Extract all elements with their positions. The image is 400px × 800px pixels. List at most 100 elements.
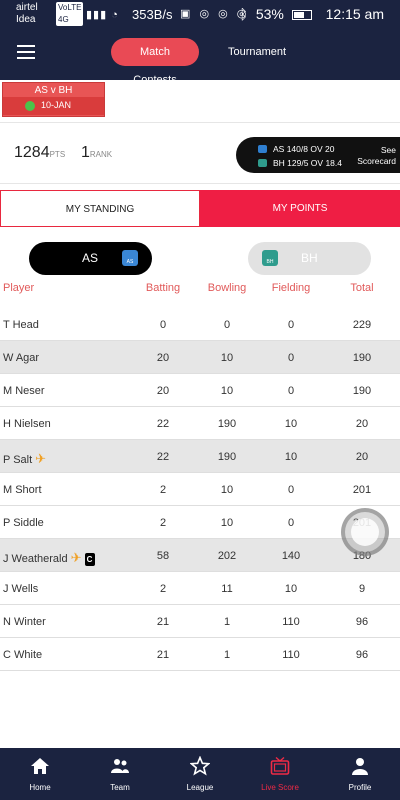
bowling-points: 10 <box>220 385 234 397</box>
table-row[interactable]: M Neser 20 10 0 190 <box>0 374 400 407</box>
see-label: See <box>380 145 396 155</box>
batting-points: 22 <box>156 451 170 463</box>
nav-live-score[interactable]: Live Score <box>240 748 320 800</box>
team-toggle-as[interactable]: AS AS <box>29 242 152 275</box>
player-name: M Short <box>3 484 42 496</box>
table-row[interactable]: M Short 2 10 0 201 <box>0 473 400 506</box>
team-label-bh: BH <box>301 251 318 265</box>
fielding-points: 110 <box>282 649 300 661</box>
table-row[interactable]: N Winter 21 1 110 96 <box>0 605 400 638</box>
player-name: T Head <box>3 319 39 331</box>
total-points: 201 <box>352 484 372 496</box>
bowling-points: 1 <box>223 649 231 661</box>
bowling-points: 10 <box>220 352 234 364</box>
total-points: 190 <box>352 385 372 397</box>
fielding-points: 0 <box>287 352 295 364</box>
menu-icon[interactable] <box>17 45 35 59</box>
carrier-name-secondary: Idea <box>16 14 36 25</box>
signal-icon: ▮▮▮ ◔ <box>86 9 119 21</box>
fielding-points: 0 <box>287 517 295 529</box>
batting-points: 20 <box>156 352 170 364</box>
airplane-icon: ✈ <box>35 451 47 466</box>
battery-percent: 53% <box>255 6 284 22</box>
tab-my-standing[interactable]: MY STANDING <box>0 190 200 227</box>
match-date: 10-JAN <box>41 100 72 110</box>
nav-team[interactable]: Team <box>80 748 160 800</box>
app-bar: Match Contests Tournament <box>0 30 400 86</box>
player-name: C White <box>3 649 43 661</box>
total-points: 190 <box>352 352 372 364</box>
match-card[interactable]: AS v BH 10-JAN <box>2 82 105 117</box>
points-table: T Head 0 0 0 229 W Agar 20 10 0 190 M Ne… <box>0 308 400 671</box>
player-name: J Weatherald <box>3 553 68 565</box>
rank-unit: RANK <box>89 150 113 159</box>
see-scorecard-link[interactable]: See Scorecard <box>357 145 396 167</box>
team-icon <box>111 759 129 773</box>
batting-points: 2 <box>159 484 167 496</box>
tab-tournament[interactable]: Tournament <box>218 38 296 66</box>
total-points: 20 <box>355 418 369 430</box>
fielding-points: 0 <box>287 319 295 331</box>
profile-icon <box>352 758 368 775</box>
header-batting: Batting <box>145 282 181 294</box>
divider <box>0 122 400 123</box>
tab-my-points[interactable]: MY POINTS <box>200 190 400 227</box>
table-row[interactable]: H Nielsen 22 190 10 20 <box>0 407 400 440</box>
batting-points: 2 <box>159 583 167 595</box>
total-points: 96 <box>355 649 369 661</box>
jersey-badge-as: AS <box>126 259 134 265</box>
nav-league[interactable]: League <box>160 748 240 800</box>
player-cell: P Salt ✈ <box>3 451 46 467</box>
nav-label-profile: Profile <box>348 783 372 792</box>
jersey-icon: AS <box>122 250 138 266</box>
jersey-badge-bh: BH <box>266 259 274 265</box>
tab-match-contests[interactable]: Match Contests <box>111 38 199 86</box>
total-points: 9 <box>358 583 366 595</box>
table-row[interactable]: P Salt ✈ 22 190 10 20 <box>0 440 400 473</box>
clock: 12:15 am <box>325 6 384 22</box>
score-line-bh: BH 129/5 OV 18.4 <box>258 158 342 168</box>
points-summary: 1284PTS <box>14 144 65 162</box>
fielding-points: 10 <box>284 451 298 463</box>
bluetooth-icon: ᛒ <box>239 6 248 22</box>
player-name: N Winter <box>3 616 46 628</box>
nav-label-home: Home <box>29 783 51 792</box>
battery-icon <box>291 10 312 21</box>
rank-summary: 1RANK <box>81 144 112 162</box>
table-row[interactable]: W Agar 20 10 0 190 <box>0 341 400 374</box>
nav-profile[interactable]: Profile <box>320 748 400 800</box>
points-unit: PTS <box>49 150 66 159</box>
bowling-points: 190 <box>217 418 237 430</box>
player-name: P Siddle <box>3 517 44 529</box>
player-cell: J Weatherald ✈ C <box>3 550 95 566</box>
carrier-info: airtel VoLTE 4G Idea <box>16 2 84 26</box>
fielding-points: 140 <box>281 550 301 562</box>
nav-home[interactable]: Home <box>0 748 80 800</box>
batting-points: 58 <box>156 550 170 562</box>
bottom-nav: Home Team League Live Score Profile <box>0 748 400 800</box>
table-row[interactable]: P Siddle 2 10 0 201 <box>0 506 400 539</box>
jersey-icon <box>258 145 267 153</box>
table-row[interactable]: C White 21 1 110 96 <box>0 638 400 671</box>
floating-assistive-button[interactable] <box>341 508 389 556</box>
fielding-points: 10 <box>284 583 298 595</box>
rank-value: 1 <box>81 144 90 161</box>
score-line-as: AS 140/8 OV 20 <box>258 144 334 154</box>
airplane-icon: ✈ <box>70 550 82 565</box>
live-score-pill: AS 140/8 OV 20 BH 129/5 OV 18.4 See Scor… <box>236 137 400 173</box>
bowling-points: 202 <box>217 550 237 562</box>
player-name: W Agar <box>3 352 40 364</box>
table-row[interactable]: T Head 0 0 0 229 <box>0 308 400 341</box>
status-right: ᛒ 53% 12:15 am <box>236 6 384 22</box>
batting-points: 0 <box>159 319 167 331</box>
header-player: Player <box>3 282 35 294</box>
score-text-as: AS 140/8 OV 20 <box>273 144 335 154</box>
table-row[interactable]: J Wells 2 11 10 9 <box>0 572 400 605</box>
team-toggle-bh[interactable]: BH BH <box>248 242 371 275</box>
table-row[interactable]: J Weatherald ✈ C 58 202 140 180 <box>0 539 400 572</box>
points-value: 1284 <box>14 144 50 161</box>
volte-badge: VoLTE 4G <box>56 2 84 26</box>
score-text-bh: BH 129/5 OV 18.4 <box>273 158 342 168</box>
scorecard-label: Scorecard <box>357 156 396 166</box>
total-points: 229 <box>352 319 372 331</box>
